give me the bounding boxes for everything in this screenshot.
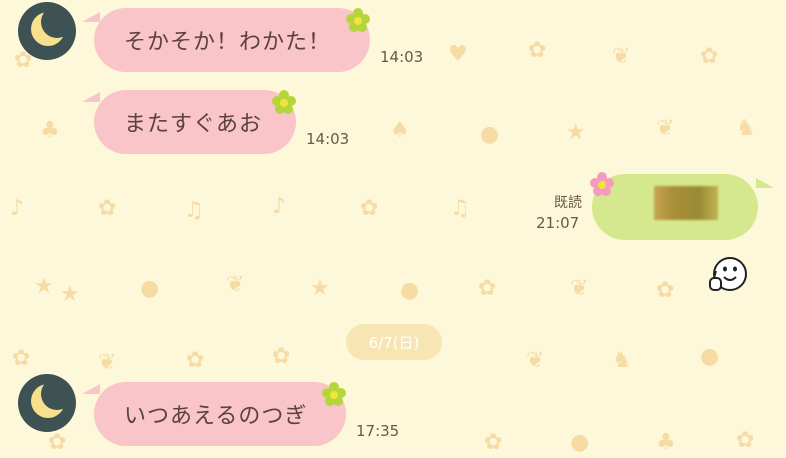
outgoing-message-time: 21:07 xyxy=(536,214,580,232)
contact-avatar[interactable] xyxy=(18,374,76,432)
contact-avatar[interactable] xyxy=(18,2,76,60)
read-receipt: 既読 xyxy=(554,195,582,211)
bubble-tail xyxy=(82,384,100,394)
date-separator: 6/7(日) xyxy=(346,324,442,360)
thumbs-up-face-icon[interactable] xyxy=(706,254,750,298)
bubble-tail xyxy=(82,92,100,102)
outgoing-message-bubble[interactable] xyxy=(592,174,758,240)
message-time: 14:03 xyxy=(306,130,350,148)
flower-icon xyxy=(272,90,296,114)
bubble-tail xyxy=(82,12,100,22)
incoming-message-bubble[interactable]: またすぐあお xyxy=(94,90,296,154)
message-text: いつあえるのつぎ xyxy=(124,404,308,429)
message-time: 17:35 xyxy=(356,422,400,440)
message-text: そかそか！わかた！ xyxy=(124,30,332,55)
flower-icon xyxy=(346,8,370,32)
redacted-content xyxy=(654,186,718,220)
flower-icon xyxy=(322,382,346,406)
message-text: またすぐあお xyxy=(124,112,263,137)
incoming-message-bubble[interactable]: そかそか！わかた！ xyxy=(94,8,370,72)
bubble-tail xyxy=(756,178,774,188)
incoming-message-bubble[interactable]: いつあえるのつぎ xyxy=(94,382,346,446)
message-time: 14:03 xyxy=(380,48,424,66)
flower-icon xyxy=(590,172,614,196)
